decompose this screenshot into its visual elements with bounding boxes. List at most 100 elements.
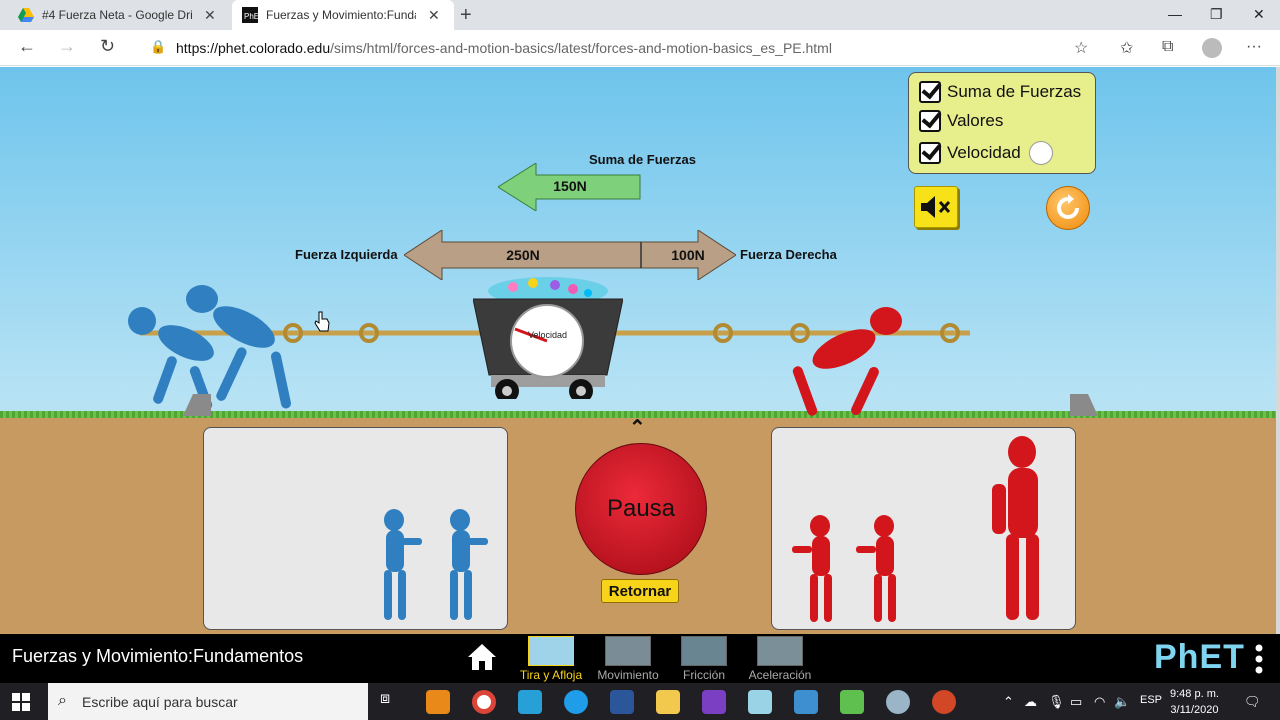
collections-icon[interactable]: ⧉ (1162, 38, 1173, 56)
app-icon-glass[interactable] (748, 690, 772, 714)
hand-cursor-icon (314, 311, 330, 332)
close-window-icon[interactable]: ✕ (1253, 6, 1265, 23)
right-anchor (1070, 394, 1098, 416)
speedometer-label: Velocidad (528, 330, 568, 340)
close-tab-icon[interactable]: ✕ (428, 7, 440, 24)
checkbox-label: Suma de Fuerzas (947, 82, 1082, 101)
search-icon: ⌕ (58, 692, 67, 709)
svg-text:PhET: PhET (244, 12, 258, 21)
checkbox-checked-icon[interactable] (919, 142, 941, 164)
screen-tug-of-war[interactable]: Tira y Afloja (512, 636, 590, 682)
screen-label: Tira y Afloja (519, 668, 583, 682)
reset-all-button[interactable] (1046, 186, 1090, 230)
screen-motion[interactable]: Movimiento (589, 636, 667, 682)
blue-puller-team (128, 285, 291, 410)
checkbox-checked-icon[interactable] (919, 81, 941, 103)
return-button[interactable]: Retornar (601, 579, 679, 603)
google-drive-icon (18, 8, 34, 22)
taskbar-clock[interactable]: 9:48 p. m. 3/11/2020 (1170, 686, 1219, 718)
phet-navigation-bar: Fuerzas y Movimiento:Fundamentos Tira y … (0, 634, 1280, 683)
visual-studio-icon[interactable] (702, 690, 726, 714)
screen-label: Movimiento (597, 668, 659, 682)
red-puller-toolbox (771, 427, 1076, 630)
onedrive-icon[interactable]: ☁ (1024, 694, 1037, 710)
phet-logo[interactable]: PhET (1154, 638, 1245, 677)
checkbox-checked-icon[interactable] (919, 110, 941, 132)
right-force-value: 100N (671, 247, 705, 263)
tray-up-chevron-icon[interactable]: ⌃ (1003, 694, 1014, 710)
edge-icon[interactable] (564, 690, 588, 714)
windows-taskbar: ⌕ Escribe aquí para buscar ⧈ ⌃ ☁ 🎙 ▭ ◠ 🔈… (0, 683, 1280, 720)
screen-acceleration[interactable]: Aceleración (741, 636, 819, 682)
red-pullers-available[interactable] (786, 434, 1076, 626)
tab-phet-sim[interactable]: PhET Fuerzas y Movimiento:Fundamentos ✕ (232, 0, 454, 30)
windows-start-icon[interactable] (12, 693, 30, 711)
address-bar-row: ← → ↻ 🔒 https://phet.colorado.edu/sims/h… (0, 30, 1280, 66)
pause-button[interactable]: Pausa (575, 443, 707, 575)
screen-thumbnail (605, 636, 651, 666)
more-menu-icon[interactable]: ··· (1246, 38, 1262, 56)
back-icon[interactable]: ← (18, 36, 36, 57)
notifications-icon[interactable]: 🗨 (1244, 694, 1261, 710)
language-indicator[interactable]: ESP (1140, 694, 1162, 706)
app-icon-green[interactable] (840, 690, 864, 714)
screen-thumbnail (528, 636, 574, 666)
blue-pullers-available[interactable] (374, 508, 494, 626)
url-host: https://phet.colorado.edu (176, 40, 331, 56)
search-placeholder: Escribe aquí para buscar (82, 693, 238, 710)
photos-icon[interactable] (794, 690, 818, 714)
sum-force-value: 150N (553, 178, 587, 194)
forward-icon[interactable]: → (58, 36, 76, 57)
checkbox-label: Valores (947, 111, 1004, 130)
profile-avatar-icon[interactable] (1202, 38, 1222, 58)
word-icon[interactable] (610, 690, 634, 714)
sound-toggle-button[interactable] (914, 186, 958, 228)
browser-tab-bar: #4 Fuerza Neta - Google Drive ✕ PhET Fue… (0, 0, 1280, 30)
screen-label: Aceleración (748, 668, 812, 682)
control-panel: Suma de Fuerzas Valores Velocidad (908, 72, 1096, 174)
screen-thumbnail (681, 636, 727, 666)
clock-date: 3/11/2020 (1170, 704, 1219, 716)
microphone-icon[interactable]: 🎙 (1048, 694, 1065, 710)
favorite-star-icon[interactable]: ☆ (1074, 38, 1088, 58)
file-explorer-icon[interactable] (656, 690, 680, 714)
url-path: /sims/html/forces-and-motion-basics/late… (330, 40, 832, 56)
checkbox-values[interactable]: Valores (919, 110, 1003, 132)
maximize-icon[interactable]: ❐ (1210, 6, 1223, 23)
left-anchor (183, 394, 211, 416)
task-view-icon[interactable]: ⧈ (380, 690, 404, 714)
page-scrollbar[interactable] (1276, 67, 1280, 634)
checkbox-speed[interactable]: Velocidad (919, 141, 1053, 165)
tab-title: #4 Fuerza Neta - Google Drive (42, 8, 192, 22)
tab-title: Fuerzas y Movimiento:Fundamentos (266, 8, 416, 22)
taskbar-search-input[interactable]: ⌕ Escribe aquí para buscar (48, 683, 368, 720)
url-field[interactable]: 🔒 https://phet.colorado.edu/sims/html/fo… (136, 34, 1102, 62)
close-tab-icon[interactable]: ✕ (204, 7, 216, 24)
phet-menu-icon[interactable] (1255, 644, 1263, 674)
favorites-icon[interactable]: ✩ (1120, 38, 1133, 58)
screen-thumbnail (757, 636, 803, 666)
chevron-up-icon[interactable]: ⌃ (629, 415, 646, 440)
refresh-icon[interactable]: ↻ (100, 36, 115, 57)
right-force-label: Fuerza Derecha (740, 247, 837, 262)
volume-icon[interactable]: 🔈 (1114, 694, 1130, 710)
app-icon-paint[interactable] (426, 690, 450, 714)
left-force-value: 250N (506, 247, 540, 263)
screen-friction[interactable]: Fricción (665, 636, 743, 682)
phet-favicon-icon: PhET (242, 7, 258, 23)
app-icon-l[interactable] (518, 690, 542, 714)
reset-icon (1057, 194, 1079, 219)
new-tab-button[interactable]: + (460, 4, 472, 27)
wifi-icon[interactable]: ◠ (1094, 694, 1105, 710)
chrome-icon[interactable] (472, 690, 496, 714)
speaker-muted-icon (921, 196, 951, 218)
minimize-icon[interactable]: — (1168, 6, 1182, 22)
home-icon[interactable] (466, 642, 498, 672)
tab-google-drive[interactable]: #4 Fuerza Neta - Google Drive ✕ (8, 0, 230, 30)
checkbox-sum-of-forces[interactable]: Suma de Fuerzas (919, 81, 1081, 103)
powerpoint-icon[interactable] (932, 690, 956, 714)
clock-time: 9:48 p. m. (1170, 688, 1219, 700)
battery-icon[interactable]: ▭ (1070, 694, 1082, 710)
app-icon-palette[interactable] (886, 690, 910, 714)
speedometer-icon (1028, 141, 1053, 165)
